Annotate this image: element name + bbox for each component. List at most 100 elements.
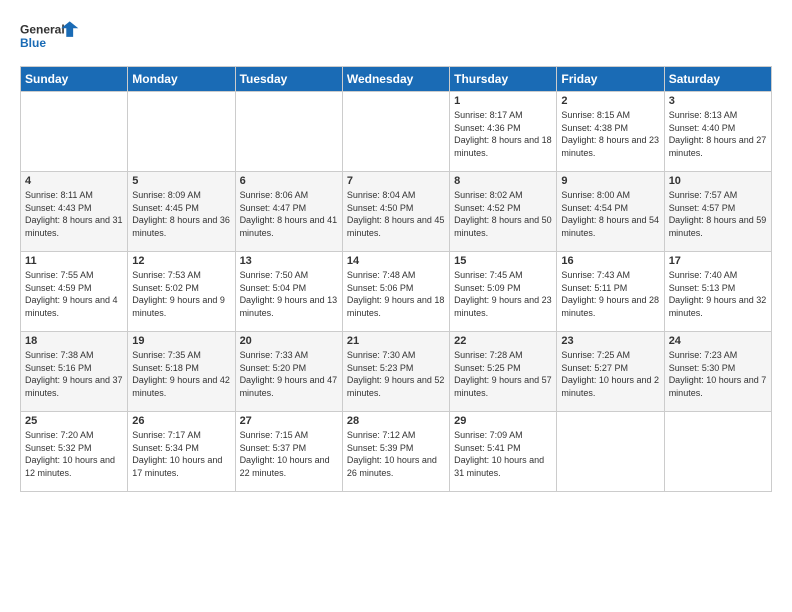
day-number: 23 — [561, 335, 659, 347]
calendar-cell: 5 Sunrise: 8:09 AMSunset: 4:45 PMDayligh… — [128, 172, 235, 252]
day-number: 18 — [25, 335, 123, 347]
day-info: Sunrise: 7:48 AMSunset: 5:06 PMDaylight:… — [347, 269, 445, 319]
day-number: 24 — [669, 335, 767, 347]
day-of-week-header: Tuesday — [235, 67, 342, 92]
day-number: 14 — [347, 255, 445, 267]
day-info: Sunrise: 7:33 AMSunset: 5:20 PMDaylight:… — [240, 349, 338, 399]
calendar-cell: 21 Sunrise: 7:30 AMSunset: 5:23 PMDaylig… — [342, 332, 449, 412]
day-number: 12 — [132, 255, 230, 267]
day-info: Sunrise: 8:11 AMSunset: 4:43 PMDaylight:… — [25, 189, 123, 239]
calendar-cell: 16 Sunrise: 7:43 AMSunset: 5:11 PMDaylig… — [557, 252, 664, 332]
calendar-cell: 10 Sunrise: 7:57 AMSunset: 4:57 PMDaylig… — [664, 172, 771, 252]
day-info: Sunrise: 7:28 AMSunset: 5:25 PMDaylight:… — [454, 349, 552, 399]
day-info: Sunrise: 7:15 AMSunset: 5:37 PMDaylight:… — [240, 429, 338, 479]
day-info: Sunrise: 7:17 AMSunset: 5:34 PMDaylight:… — [132, 429, 230, 479]
calendar-cell: 8 Sunrise: 8:02 AMSunset: 4:52 PMDayligh… — [450, 172, 557, 252]
calendar-cell: 22 Sunrise: 7:28 AMSunset: 5:25 PMDaylig… — [450, 332, 557, 412]
day-info: Sunrise: 7:12 AMSunset: 5:39 PMDaylight:… — [347, 429, 445, 479]
day-info: Sunrise: 7:53 AMSunset: 5:02 PMDaylight:… — [132, 269, 230, 319]
day-info: Sunrise: 7:50 AMSunset: 5:04 PMDaylight:… — [240, 269, 338, 319]
day-info: Sunrise: 7:45 AMSunset: 5:09 PMDaylight:… — [454, 269, 552, 319]
day-info: Sunrise: 7:55 AMSunset: 4:59 PMDaylight:… — [25, 269, 123, 319]
day-info: Sunrise: 7:23 AMSunset: 5:30 PMDaylight:… — [669, 349, 767, 399]
day-number: 29 — [454, 415, 552, 427]
calendar-cell — [557, 412, 664, 492]
calendar-cell: 4 Sunrise: 8:11 AMSunset: 4:43 PMDayligh… — [21, 172, 128, 252]
day-info: Sunrise: 7:43 AMSunset: 5:11 PMDaylight:… — [561, 269, 659, 319]
calendar-cell: 18 Sunrise: 7:38 AMSunset: 5:16 PMDaylig… — [21, 332, 128, 412]
day-of-week-header: Thursday — [450, 67, 557, 92]
day-info: Sunrise: 7:40 AMSunset: 5:13 PMDaylight:… — [669, 269, 767, 319]
day-number: 6 — [240, 175, 338, 187]
day-number: 22 — [454, 335, 552, 347]
calendar-week-row: 4 Sunrise: 8:11 AMSunset: 4:43 PMDayligh… — [21, 172, 772, 252]
calendar-cell: 27 Sunrise: 7:15 AMSunset: 5:37 PMDaylig… — [235, 412, 342, 492]
calendar-cell: 9 Sunrise: 8:00 AMSunset: 4:54 PMDayligh… — [557, 172, 664, 252]
svg-text:Blue: Blue — [20, 36, 46, 50]
day-number: 9 — [561, 175, 659, 187]
calendar-cell: 26 Sunrise: 7:17 AMSunset: 5:34 PMDaylig… — [128, 412, 235, 492]
day-info: Sunrise: 8:00 AMSunset: 4:54 PMDaylight:… — [561, 189, 659, 239]
logo-svg: General Blue — [20, 16, 80, 56]
day-info: Sunrise: 7:30 AMSunset: 5:23 PMDaylight:… — [347, 349, 445, 399]
calendar-week-row: 18 Sunrise: 7:38 AMSunset: 5:16 PMDaylig… — [21, 332, 772, 412]
day-info: Sunrise: 8:02 AMSunset: 4:52 PMDaylight:… — [454, 189, 552, 239]
day-number: 13 — [240, 255, 338, 267]
calendar-cell: 15 Sunrise: 7:45 AMSunset: 5:09 PMDaylig… — [450, 252, 557, 332]
calendar-cell: 20 Sunrise: 7:33 AMSunset: 5:20 PMDaylig… — [235, 332, 342, 412]
calendar-cell: 3 Sunrise: 8:13 AMSunset: 4:40 PMDayligh… — [664, 92, 771, 172]
day-of-week-header: Wednesday — [342, 67, 449, 92]
calendar-week-row: 1 Sunrise: 8:17 AMSunset: 4:36 PMDayligh… — [21, 92, 772, 172]
calendar-cell: 6 Sunrise: 8:06 AMSunset: 4:47 PMDayligh… — [235, 172, 342, 252]
day-number: 2 — [561, 95, 659, 107]
day-number: 28 — [347, 415, 445, 427]
day-info: Sunrise: 8:13 AMSunset: 4:40 PMDaylight:… — [669, 109, 767, 159]
calendar-cell — [342, 92, 449, 172]
day-number: 3 — [669, 95, 767, 107]
day-number: 7 — [347, 175, 445, 187]
day-number: 16 — [561, 255, 659, 267]
day-number: 26 — [132, 415, 230, 427]
calendar-cell: 11 Sunrise: 7:55 AMSunset: 4:59 PMDaylig… — [21, 252, 128, 332]
day-number: 19 — [132, 335, 230, 347]
day-info: Sunrise: 7:57 AMSunset: 4:57 PMDaylight:… — [669, 189, 767, 239]
day-number: 27 — [240, 415, 338, 427]
day-number: 4 — [25, 175, 123, 187]
calendar-week-row: 25 Sunrise: 7:20 AMSunset: 5:32 PMDaylig… — [21, 412, 772, 492]
day-info: Sunrise: 7:25 AMSunset: 5:27 PMDaylight:… — [561, 349, 659, 399]
day-number: 21 — [347, 335, 445, 347]
day-of-week-header: Monday — [128, 67, 235, 92]
day-number: 8 — [454, 175, 552, 187]
calendar-cell: 24 Sunrise: 7:23 AMSunset: 5:30 PMDaylig… — [664, 332, 771, 412]
day-info: Sunrise: 8:06 AMSunset: 4:47 PMDaylight:… — [240, 189, 338, 239]
day-info: Sunrise: 8:15 AMSunset: 4:38 PMDaylight:… — [561, 109, 659, 159]
day-number: 20 — [240, 335, 338, 347]
day-info: Sunrise: 8:04 AMSunset: 4:50 PMDaylight:… — [347, 189, 445, 239]
calendar-cell — [128, 92, 235, 172]
calendar-header-row: SundayMondayTuesdayWednesdayThursdayFrid… — [21, 67, 772, 92]
calendar-cell: 14 Sunrise: 7:48 AMSunset: 5:06 PMDaylig… — [342, 252, 449, 332]
day-info: Sunrise: 7:20 AMSunset: 5:32 PMDaylight:… — [25, 429, 123, 479]
day-of-week-header: Friday — [557, 67, 664, 92]
day-number: 17 — [669, 255, 767, 267]
calendar-table: SundayMondayTuesdayWednesdayThursdayFrid… — [20, 66, 772, 492]
day-number: 10 — [669, 175, 767, 187]
calendar-cell: 7 Sunrise: 8:04 AMSunset: 4:50 PMDayligh… — [342, 172, 449, 252]
calendar-cell: 23 Sunrise: 7:25 AMSunset: 5:27 PMDaylig… — [557, 332, 664, 412]
day-number: 1 — [454, 95, 552, 107]
day-number: 11 — [25, 255, 123, 267]
calendar-cell: 19 Sunrise: 7:35 AMSunset: 5:18 PMDaylig… — [128, 332, 235, 412]
svg-text:General: General — [20, 22, 65, 36]
day-info: Sunrise: 8:09 AMSunset: 4:45 PMDaylight:… — [132, 189, 230, 239]
day-info: Sunrise: 7:09 AMSunset: 5:41 PMDaylight:… — [454, 429, 552, 479]
calendar-cell: 28 Sunrise: 7:12 AMSunset: 5:39 PMDaylig… — [342, 412, 449, 492]
calendar-cell: 29 Sunrise: 7:09 AMSunset: 5:41 PMDaylig… — [450, 412, 557, 492]
day-of-week-header: Sunday — [21, 67, 128, 92]
calendar-cell: 13 Sunrise: 7:50 AMSunset: 5:04 PMDaylig… — [235, 252, 342, 332]
calendar-week-row: 11 Sunrise: 7:55 AMSunset: 4:59 PMDaylig… — [21, 252, 772, 332]
day-info: Sunrise: 7:35 AMSunset: 5:18 PMDaylight:… — [132, 349, 230, 399]
day-number: 25 — [25, 415, 123, 427]
page: General Blue SundayMondayTuesdayWednesda… — [0, 0, 792, 502]
calendar-cell: 1 Sunrise: 8:17 AMSunset: 4:36 PMDayligh… — [450, 92, 557, 172]
day-number: 15 — [454, 255, 552, 267]
